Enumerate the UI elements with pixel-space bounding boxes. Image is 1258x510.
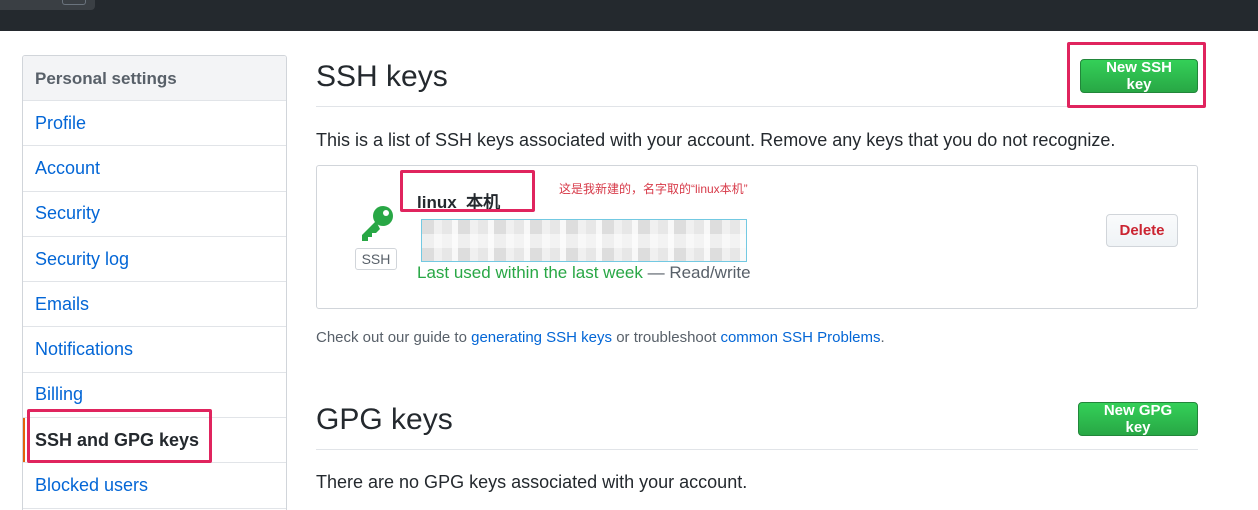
ssh-title-divider	[316, 106, 1198, 107]
new-gpg-key-button[interactable]: New GPG key	[1078, 402, 1198, 436]
guide-suffix: .	[880, 329, 885, 346]
annotation-box-new-ssh-key	[1067, 42, 1206, 108]
annotation-note: 这是我新建的，名字取的“linux本机”	[559, 182, 748, 196]
sidebar-header: Personal settings	[23, 56, 286, 101]
guide-middle: or troubleshoot	[616, 329, 717, 346]
main-content: SSH keys New SSH key This is a list of S…	[316, 0, 1198, 510]
last-used-text: Last used within the last week	[417, 263, 643, 282]
sidebar-item-emails[interactable]: Emails	[23, 282, 286, 328]
sidebar-item-security[interactable]: Security	[23, 192, 286, 237]
sidebar-item-account[interactable]: Account	[23, 146, 286, 192]
sidebar-item-security-log[interactable]: Security log	[23, 237, 286, 283]
ssh-key-type-badge: SSH	[355, 248, 397, 270]
common-ssh-problems-link[interactable]: common SSH Problems	[720, 329, 880, 346]
key-icon	[362, 206, 393, 241]
guide-prefix: Check out our guide to	[316, 329, 467, 346]
delete-ssh-key-button[interactable]: Delete	[1106, 214, 1178, 247]
ssh-keys-title: SSH keys	[316, 60, 448, 93]
gpg-keys-title: GPG keys	[316, 403, 453, 436]
redacted-fingerprint	[421, 219, 747, 262]
ssh-guide-text: Check out our guide to generating SSH ke…	[316, 329, 885, 346]
sidebar-item-notifications[interactable]: Notifications	[23, 327, 286, 373]
gpg-title-divider	[316, 449, 1198, 450]
ssh-description: This is a list of SSH keys associated wi…	[316, 130, 1116, 150]
sidebar-item-blocked-users[interactable]: Blocked users	[23, 463, 286, 509]
generating-ssh-keys-link[interactable]: generating SSH keys	[471, 329, 612, 346]
header-dropdown[interactable]	[62, 0, 86, 5]
annotation-box-ssh-gpg-keys	[27, 409, 212, 463]
ssh-key-last-used: Last used within the last week — Read/wr…	[417, 263, 751, 283]
gpg-empty-text: There are no GPG keys associated with yo…	[316, 472, 748, 492]
sidebar-item-profile[interactable]: Profile	[23, 101, 286, 147]
annotation-box-key-title	[400, 170, 535, 212]
access-level: — Read/write	[647, 263, 751, 282]
